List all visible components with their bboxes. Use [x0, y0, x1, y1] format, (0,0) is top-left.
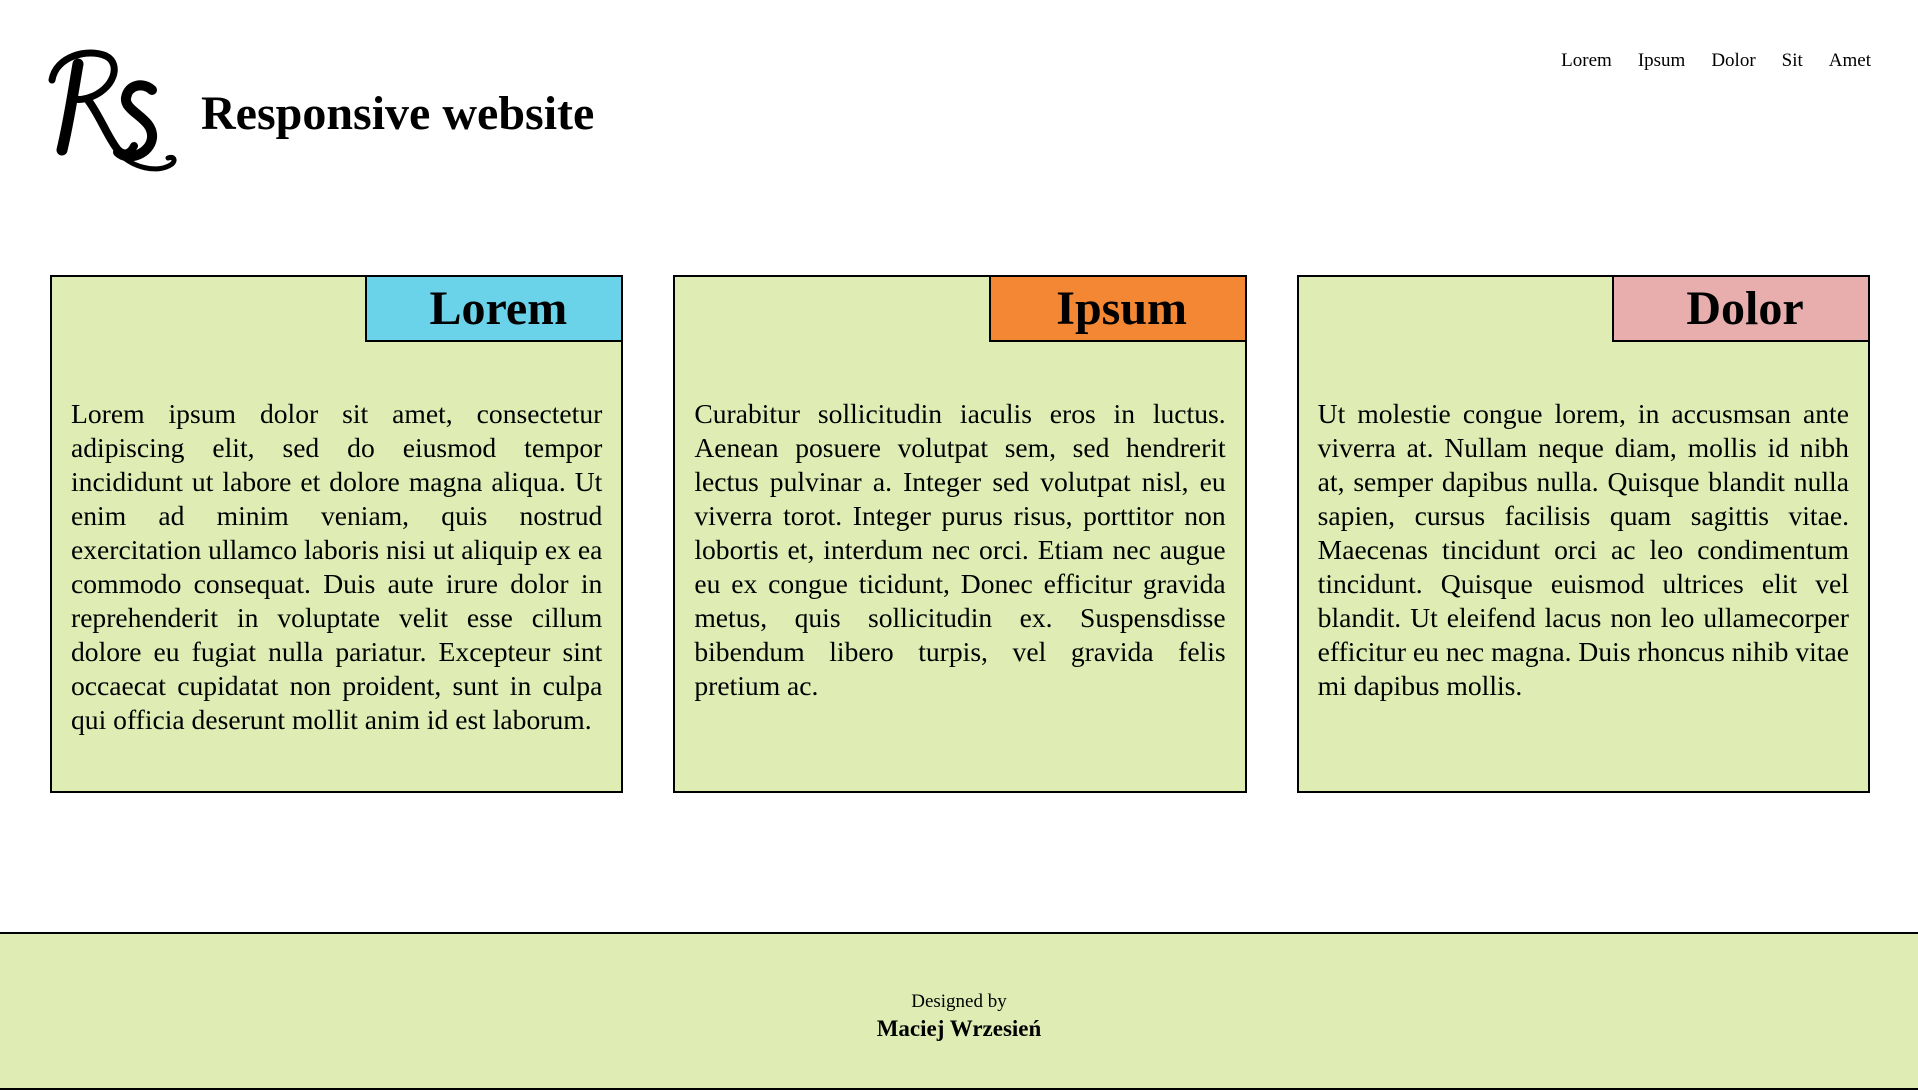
nav-item-amet[interactable]: Amet [1829, 48, 1871, 74]
card-title-ipsum: Ipsum [988, 275, 1247, 342]
card-text-dolor: Ut molestie congue lorem, in accusmsan a… [1317, 398, 1849, 701]
site-footer: Designed by Maciej Wrzesień [0, 932, 1918, 1090]
card-text-lorem: Lorem ipsum dolor sit amet, consectetur … [71, 398, 603, 735]
nav-item-lorem[interactable]: Lorem [1561, 48, 1612, 74]
nav-item-sit[interactable]: Sit [1782, 48, 1803, 74]
rs-logo[interactable] [48, 46, 178, 176]
main-nav: Lorem Ipsum Dolor Sit Amet [1561, 48, 1871, 74]
nav-item-ipsum[interactable]: Ipsum [1638, 48, 1686, 74]
card-text-ipsum: Curabitur sollicitudin iaculis eros in l… [694, 398, 1226, 701]
card-dolor: Dolor Ut molestie congue lorem, in accus… [1296, 275, 1870, 793]
cards-section: Lorem Lorem ipsum dolor sit amet, consec… [50, 275, 1870, 793]
footer-author: Maciej Wrzesień [876, 1016, 1042, 1041]
page: Responsive website Lorem Ipsum Dolor Sit… [0, 0, 1918, 1090]
footer-designed-by: Designed by [911, 991, 1007, 1012]
card-title-dolor: Dolor [1611, 275, 1870, 342]
site-title: Responsive website [201, 87, 595, 140]
card-lorem: Lorem Lorem ipsum dolor sit amet, consec… [50, 275, 624, 793]
nav-item-dolor[interactable]: Dolor [1711, 48, 1755, 74]
card-ipsum: Ipsum Curabitur sollicitudin iaculis ero… [673, 275, 1247, 793]
site-header: Responsive website Lorem Ipsum Dolor Sit… [0, 0, 1918, 200]
card-title-lorem: Lorem [365, 275, 624, 342]
